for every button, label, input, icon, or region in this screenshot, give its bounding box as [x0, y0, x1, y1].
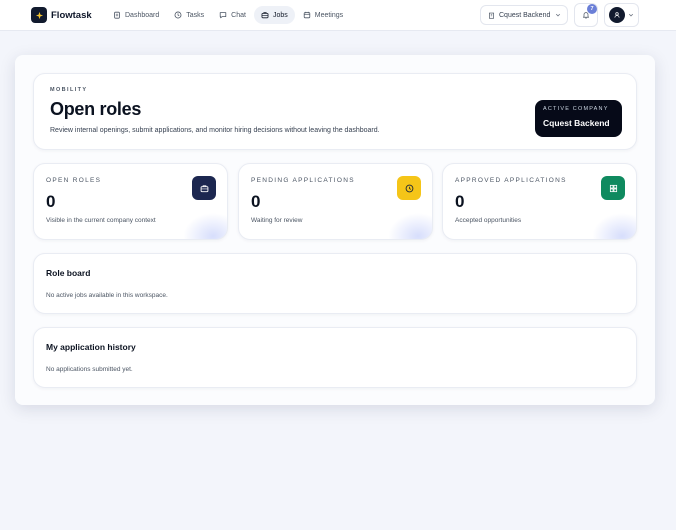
calendar-icon: [303, 11, 310, 19]
stat-description: Visible in the current company context: [46, 217, 156, 224]
clock-icon: [174, 11, 182, 19]
nav-label: Chat: [231, 11, 246, 19]
stat-value: 0: [46, 192, 56, 211]
stat-value: 0: [251, 192, 261, 211]
section-eyebrow: MOBILITY: [50, 87, 88, 93]
active-company-badge: ACTIVE COMPANY Cquest Backend: [535, 100, 622, 137]
nav-label: Meetings: [314, 11, 344, 19]
main-nav: Dashboard Tasks Chat Jobs Meetings: [106, 6, 351, 24]
page-title: Open roles: [50, 99, 142, 119]
company-select-value: Cquest Backend: [499, 11, 551, 19]
avatar: [609, 7, 625, 23]
building-icon: [489, 12, 494, 19]
briefcase-icon: [261, 12, 269, 19]
empty-state-text: No applications submitted yet.: [46, 366, 133, 373]
stat-card-approved-applications: APPROVED APPLICATIONS 0 Accepted opportu…: [442, 163, 637, 240]
user-menu-button[interactable]: [604, 3, 639, 27]
nav-item-dashboard[interactable]: Dashboard: [106, 6, 166, 24]
user-icon: [614, 12, 620, 18]
open-roles-hero: MOBILITY Open roles Review internal open…: [33, 73, 637, 150]
role-board-section: Role board No active jobs available in t…: [33, 253, 637, 314]
active-company-label: ACTIVE COMPANY: [543, 106, 609, 112]
company-select[interactable]: Cquest Backend: [480, 5, 568, 25]
empty-state-text: No active jobs available in this workspa…: [46, 292, 168, 299]
briefcase-icon: [192, 176, 216, 200]
nav-label: Tasks: [186, 11, 205, 19]
chat-icon: [219, 12, 227, 19]
nav-item-jobs[interactable]: Jobs: [253, 6, 295, 24]
chevron-down-icon: [628, 13, 634, 17]
stat-card-open-roles: OPEN ROLES 0 Visible in the current comp…: [33, 163, 228, 240]
application-history-section: My application history No applications s…: [33, 327, 637, 388]
nav-label: Jobs: [272, 11, 288, 19]
stat-label: OPEN ROLES: [46, 177, 102, 184]
stat-value: 0: [455, 192, 465, 211]
nav-label: Dashboard: [125, 11, 160, 19]
section-title: My application history: [46, 342, 136, 352]
flowtask-logo-icon: [31, 7, 47, 23]
nav-item-meetings[interactable]: Meetings: [296, 6, 350, 24]
stat-card-pending-applications: PENDING APPLICATIONS 0 Waiting for revie…: [238, 163, 433, 240]
page-subtitle: Review internal openings, submit applica…: [50, 127, 380, 134]
stat-description: Waiting for review: [251, 217, 303, 224]
stat-description: Accepted opportunities: [455, 217, 522, 224]
brand[interactable]: Flowtask: [31, 7, 92, 23]
nav-item-chat[interactable]: Chat: [212, 6, 253, 24]
jobs-panel: MOBILITY Open roles Review internal open…: [15, 55, 655, 405]
notification-count-badge: 7: [587, 4, 597, 14]
clock-icon: [397, 176, 421, 200]
nav-item-tasks[interactable]: Tasks: [167, 6, 211, 24]
stat-label: PENDING APPLICATIONS: [251, 177, 355, 184]
chevron-down-icon: [556, 13, 561, 17]
brand-name: Flowtask: [51, 9, 92, 21]
clipboard-icon: [114, 11, 120, 19]
top-nav-bar: Flowtask Dashboard Tasks Chat Jobs Meeti…: [0, 0, 676, 31]
grid-icon: [601, 176, 625, 200]
section-title: Role board: [46, 268, 91, 278]
active-company-name: Cquest Backend: [543, 118, 610, 128]
stat-label: APPROVED APPLICATIONS: [455, 177, 567, 184]
